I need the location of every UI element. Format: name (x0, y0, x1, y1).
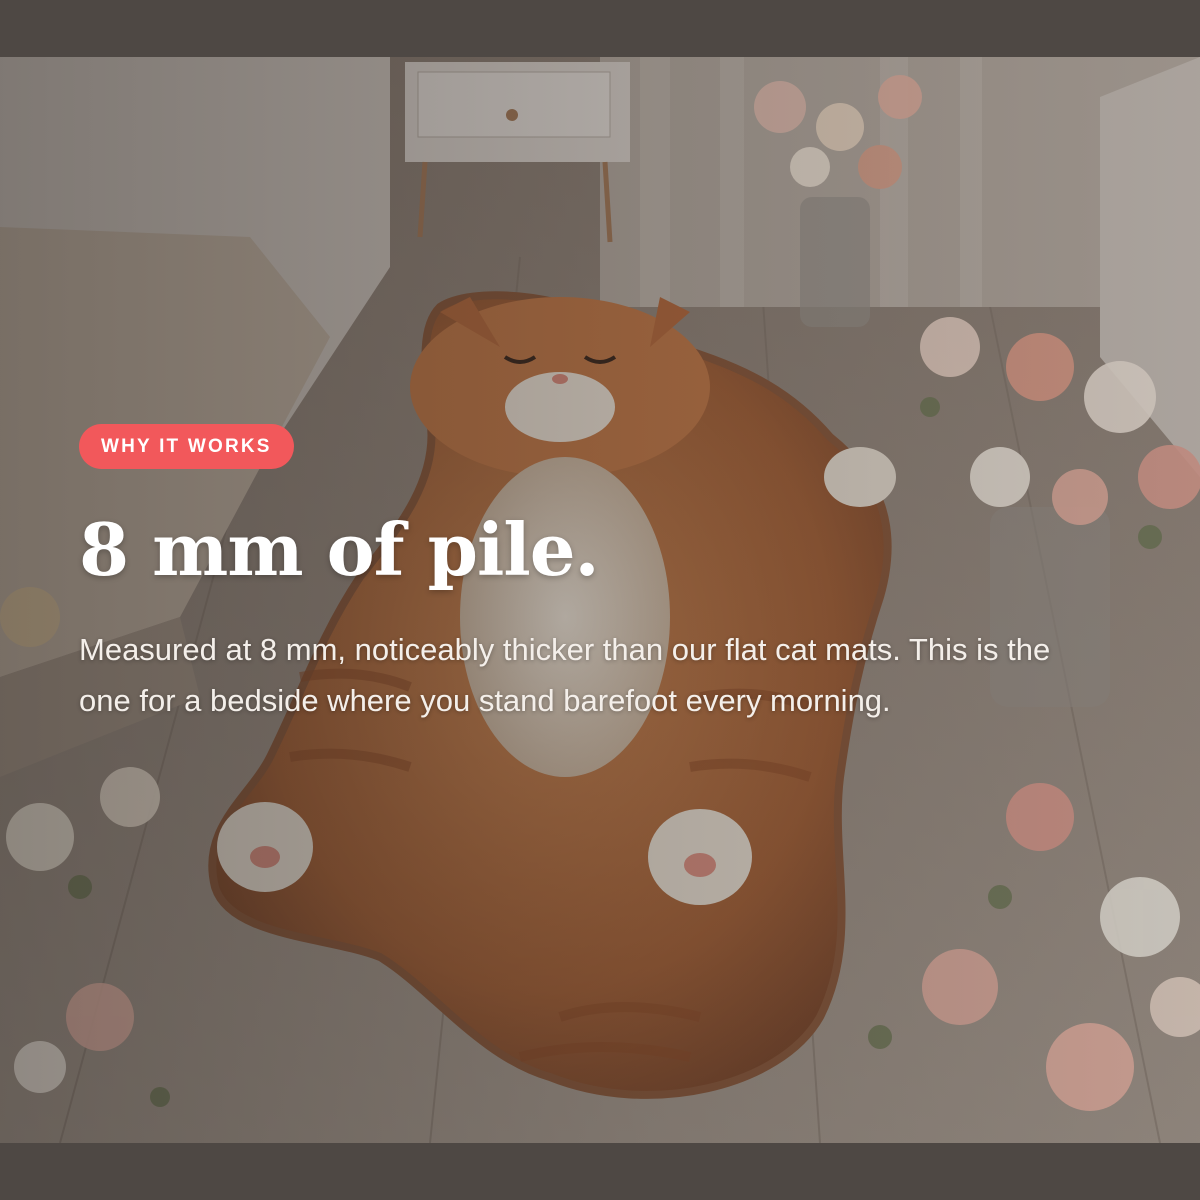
section-description: Measured at 8 mm, noticeably thicker tha… (79, 632, 1051, 718)
section-eyebrow-badge: WHY IT WORKS (79, 424, 294, 469)
hero-section: WHY IT WORKS 8 mm of pile. Measured at 8… (0, 57, 1200, 1143)
image-overlay (0, 57, 1200, 1143)
section-headline: 8 mm of pile. (79, 507, 600, 592)
